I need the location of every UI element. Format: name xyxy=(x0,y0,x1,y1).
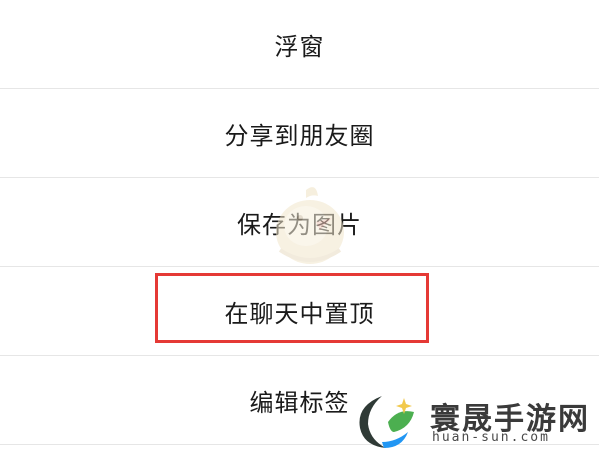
menu-item-label: 浮窗 xyxy=(274,32,325,61)
menu-item-share-moments[interactable]: 分享到朋友圈 xyxy=(0,89,599,177)
highlight-box xyxy=(155,273,429,343)
menu-item-floating-window[interactable]: 浮窗 xyxy=(0,0,599,88)
menu-item-label: 编辑标签 xyxy=(249,388,350,417)
watermark-site-url: huan-sun.com xyxy=(432,430,550,445)
leaf-logo-icon xyxy=(359,396,414,448)
menu-item-label: 分享到朋友圈 xyxy=(224,121,375,150)
site-watermark: 寰晟手游网 huan-sun.com xyxy=(352,392,592,450)
bird-mascot-icon xyxy=(276,187,344,264)
